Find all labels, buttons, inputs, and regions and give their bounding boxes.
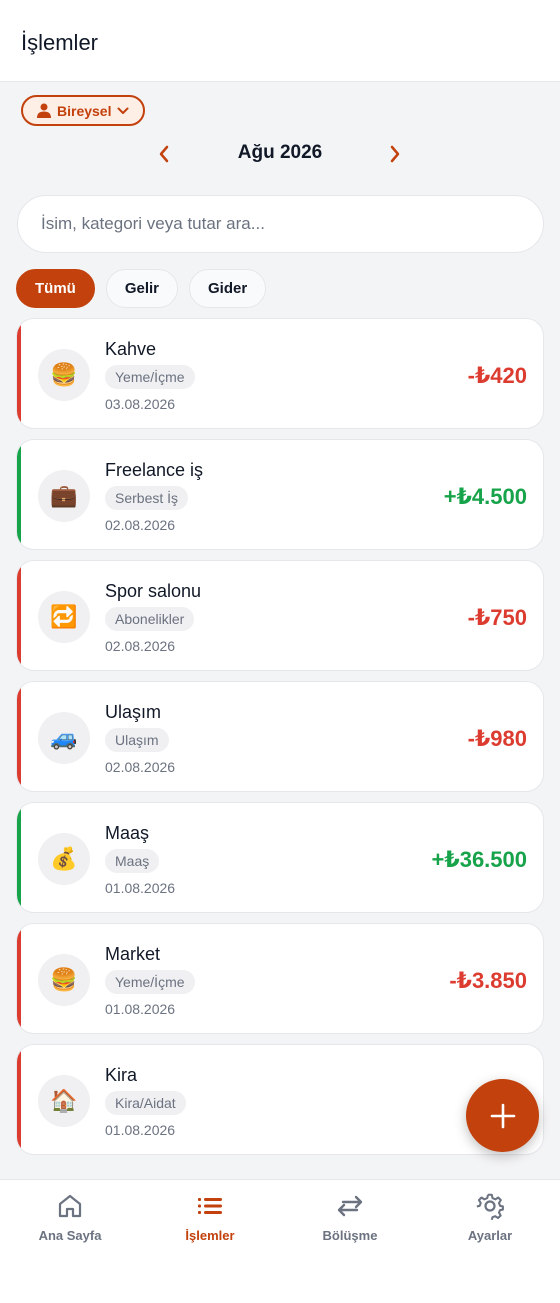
transaction-type-indicator [17, 1045, 21, 1154]
transaction-title: Kahve [105, 339, 157, 359]
next-month-button[interactable] [383, 142, 407, 166]
add-transaction-button[interactable] [466, 1079, 539, 1152]
transaction-date: 02.08.2026 [105, 759, 176, 775]
transaction-amount: -₺980 [467, 726, 527, 751]
transaction-date: 01.08.2026 [105, 880, 176, 896]
burger-icon: 🍔 [38, 349, 90, 401]
transaction-title: Market [105, 944, 161, 964]
tab-transactions[interactable]: İşlemler [140, 1190, 280, 1243]
transaction-date: 01.08.2026 [105, 1122, 176, 1138]
context-label: Bireysel [57, 102, 112, 119]
transaction-date: 03.08.2026 [105, 396, 176, 412]
transaction-amount: -₺3.850 [449, 968, 527, 993]
gear-icon [420, 1190, 560, 1222]
category-badge: Maaş [105, 849, 160, 873]
money-bag-icon: 💰 [38, 833, 90, 885]
transaction-card[interactable]: 🍔 Kahve Yeme/İçme 03.08.2026 -₺420 [16, 318, 544, 429]
chevron-right-icon [390, 145, 400, 163]
transaction-card[interactable]: 🚙 Ulaşım Ulaşım 02.08.2026 -₺980 [16, 681, 544, 792]
transaction-title: Ulaşım [105, 702, 162, 722]
transaction-type-indicator [17, 561, 21, 670]
transaction-date: 02.08.2026 [105, 517, 176, 533]
transaction-type-indicator [17, 924, 21, 1033]
transaction-card[interactable]: 💰 Maaş Maaş 01.08.2026 +₺36.500 [16, 802, 544, 913]
transaction-type-indicator [17, 682, 21, 791]
tab-split[interactable]: Bölüşme [280, 1190, 420, 1243]
context-selector-button[interactable]: Bireysel [21, 95, 146, 126]
tab-settings[interactable]: Ayarlar [420, 1190, 560, 1243]
transaction-title: Freelance iş [105, 460, 204, 480]
tab-home-label: Ana Sayfa [38, 1228, 102, 1243]
category-badge: Ulaşım [105, 728, 169, 752]
swap-icon [280, 1190, 420, 1222]
tab-split-label: Bölüşme [322, 1228, 378, 1243]
transaction-title: Maaş [105, 823, 150, 843]
transaction-title: Kira [105, 1065, 138, 1085]
briefcase-icon: 💼 [38, 470, 90, 522]
burger-icon: 🍔 [38, 954, 90, 1006]
category-badge: Serbest İş [105, 486, 189, 510]
plus-icon [490, 1103, 515, 1128]
house-icon: 🏠 [38, 1075, 90, 1127]
transaction-date: 01.08.2026 [105, 1001, 176, 1017]
filter-chips: Tümü Gelir Gider [16, 269, 267, 308]
transaction-amount: +₺4.500 [443, 484, 527, 509]
filter-chip-expense[interactable]: Gider [189, 269, 267, 308]
car-icon: 🚙 [38, 712, 90, 764]
transaction-type-indicator [17, 319, 21, 428]
home-icon [0, 1190, 140, 1222]
list-icon [140, 1190, 280, 1222]
transaction-list: 🍔 Kahve Yeme/İçme 03.08.2026 -₺420 💼 Freelance… [16, 318, 544, 1165]
search-bar [17, 195, 544, 253]
bottom-tab-bar: Ana Sayfa İşlemler Bölüşme Ayarlar [0, 1179, 560, 1303]
transaction-card[interactable]: 🏠KiraKira/Aidat01.08.2026-₺1 [16, 1044, 544, 1155]
month-navigator: Ağu 2026 [0, 138, 560, 170]
transaction-type-indicator [17, 440, 21, 549]
search-input[interactable] [18, 196, 543, 252]
filter-chip-income[interactable]: Gelir [105, 269, 179, 308]
month-label: Ağu 2026 [237, 142, 323, 163]
transaction-card[interactable]: 💼 Freelance iş Serbest İş 02.08.2026 +₺4.500 [16, 439, 544, 550]
chevron-down-icon [117, 107, 129, 115]
filter-chip-all[interactable]: Tümü [16, 269, 95, 308]
transaction-date: 02.08.2026 [105, 638, 176, 654]
page-title: İşlemler [21, 30, 99, 55]
category-badge: Yeme/İçme [105, 970, 195, 994]
repeat-icon: 🔁 [38, 591, 90, 643]
transaction-card[interactable]: 🍔 Market Yeme/İçme 01.08.2026 -₺3.850 [16, 923, 544, 1034]
app-header: İşlemler [0, 0, 560, 82]
category-badge: Abonelikler [105, 607, 195, 631]
transaction-card[interactable]: 🔁 Spor salonu Abonelikler 02.08.2026 -₺750 [16, 560, 544, 671]
tab-home[interactable]: Ana Sayfa [0, 1190, 140, 1243]
transaction-type-indicator [17, 803, 21, 912]
category-badge: Kira/Aidat [105, 1091, 186, 1115]
transaction-amount: +₺36.500 [431, 847, 527, 872]
tab-transactions-label: İşlemler [185, 1228, 235, 1243]
transaction-title: Spor salonu [105, 581, 202, 601]
user-icon [37, 103, 51, 118]
tab-settings-label: Ayarlar [467, 1228, 513, 1243]
transaction-amount: -₺420 [467, 363, 527, 388]
category-badge: Yeme/İçme [105, 365, 195, 389]
transaction-amount: -₺750 [467, 605, 527, 630]
